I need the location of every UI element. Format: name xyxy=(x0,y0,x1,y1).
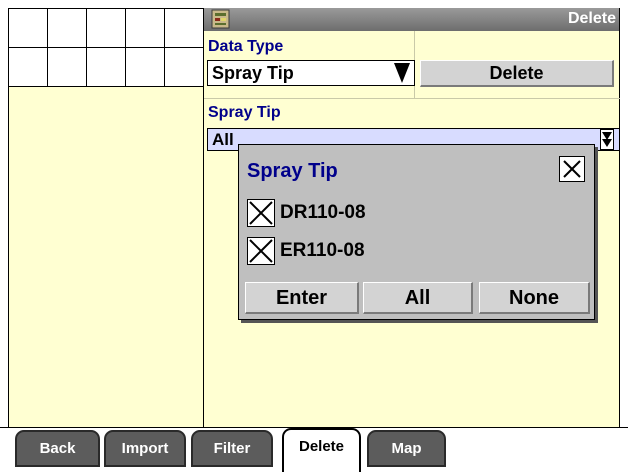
grid-cell xyxy=(165,9,204,48)
popup-title: Spray Tip xyxy=(247,160,338,182)
tab-back[interactable]: Back xyxy=(15,430,100,467)
grid-cell xyxy=(126,9,165,48)
enter-button[interactable]: Enter xyxy=(245,282,359,314)
dropdown-arrow-icon xyxy=(600,129,618,151)
grid-cell xyxy=(48,48,87,87)
tab-delete[interactable]: Delete xyxy=(282,428,361,472)
document-icon xyxy=(210,9,232,29)
display-grid xyxy=(8,8,204,87)
grid-cell xyxy=(87,9,126,48)
none-button[interactable]: None xyxy=(479,282,590,314)
tab-import[interactable]: Import xyxy=(104,430,186,467)
data-type-value: Spray Tip xyxy=(212,63,294,83)
data-type-label: Data Type xyxy=(208,38,284,55)
data-type-dropdown[interactable]: Spray Tip xyxy=(207,60,415,86)
spray-tip-label: Spray Tip xyxy=(208,104,281,121)
left-pane xyxy=(8,87,204,427)
close-icon xyxy=(563,160,581,178)
grid-cell xyxy=(165,48,204,87)
all-button[interactable]: All xyxy=(363,282,473,314)
grid-cell xyxy=(87,48,126,87)
close-button[interactable] xyxy=(559,156,585,182)
grid-cell xyxy=(126,48,165,87)
divider xyxy=(204,98,620,99)
grid-cell xyxy=(9,9,48,48)
page-title: Delete xyxy=(567,10,616,27)
checkbox-checked-icon[interactable] xyxy=(247,237,275,265)
list-item-label: ER110-08 xyxy=(280,240,365,261)
list-item-label: DR110-08 xyxy=(280,202,366,223)
grid-cell xyxy=(48,9,87,48)
title-bar xyxy=(204,8,620,31)
checkbox-checked-icon[interactable] xyxy=(247,199,275,227)
dropdown-arrow-icon xyxy=(393,62,411,84)
delete-button[interactable]: Delete xyxy=(420,60,614,87)
spray-tip-popup: Spray Tip DR110-08 ER110-08 Enter All No… xyxy=(238,144,595,320)
grid-cell xyxy=(9,48,48,87)
spray-tip-value: All xyxy=(212,130,234,149)
tab-map[interactable]: Map xyxy=(367,430,446,467)
tab-filter[interactable]: Filter xyxy=(191,430,273,467)
